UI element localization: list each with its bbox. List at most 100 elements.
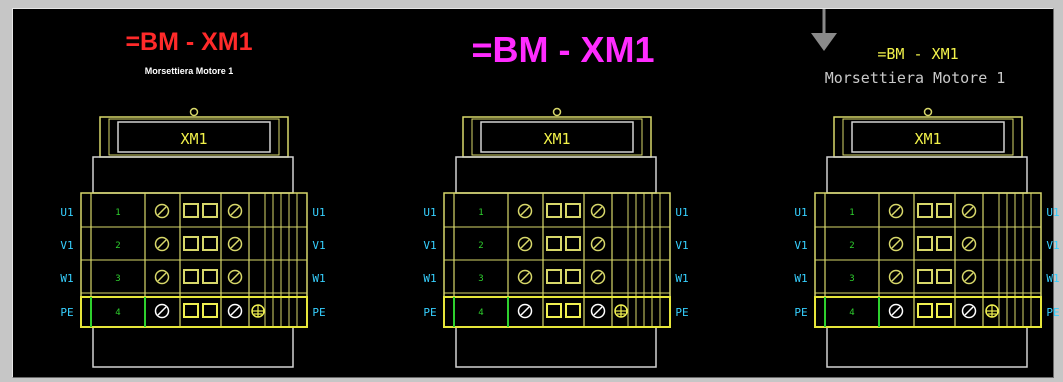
terminal-number: 2 xyxy=(115,241,120,251)
screw-slot xyxy=(520,306,530,316)
screw-slot xyxy=(230,306,240,316)
terminal-label-left: W1 xyxy=(60,272,73,285)
clamp-icon xyxy=(917,303,933,318)
screw-slot xyxy=(157,239,167,249)
terminal-label-left: PE xyxy=(60,306,73,319)
clamp-icon xyxy=(202,303,218,318)
screw-slot xyxy=(520,206,530,216)
screw-slot xyxy=(964,239,974,249)
terminal-number: 1 xyxy=(849,208,854,218)
terminal-label-right: PE xyxy=(1046,306,1059,319)
screw-slot xyxy=(593,206,603,216)
terminal-block-1[interactable]: XM1 U1 U1 1 V1 V1 2 W1 W1 3 PE PE 4 xyxy=(53,107,333,375)
clamp-icon xyxy=(936,236,952,251)
ground-symbol-icon xyxy=(985,304,999,318)
terminal-number: 2 xyxy=(849,241,854,251)
terminal-label-left: PE xyxy=(794,306,807,319)
screw-slot xyxy=(964,272,974,282)
header-hook xyxy=(189,107,199,117)
screw-slot xyxy=(230,206,240,216)
clamp-icon xyxy=(183,269,199,284)
terminal-block-2[interactable]: XM1 U1 U1 1 V1 V1 2 W1 W1 3 PE PE 4 xyxy=(416,107,696,375)
terminal-label-right: V1 xyxy=(312,239,325,252)
clamp-icon xyxy=(183,236,199,251)
terminal-label-right: V1 xyxy=(675,239,688,252)
terminal-label-left: V1 xyxy=(423,239,436,252)
clamp-icon xyxy=(917,203,933,218)
terminal-label-right: V1 xyxy=(1046,239,1059,252)
clamp-icon xyxy=(183,203,199,218)
terminal-label-right: U1 xyxy=(1046,206,1059,219)
header-hook xyxy=(552,107,562,117)
clamp-icon xyxy=(202,203,218,218)
clamp-icon xyxy=(917,269,933,284)
clamp-icon xyxy=(565,203,581,218)
screw-slot xyxy=(230,239,240,249)
terminal-number: 2 xyxy=(478,241,483,251)
screw-slot xyxy=(593,272,603,282)
lower-housing xyxy=(92,326,294,368)
screw-slot xyxy=(157,272,167,282)
terminal-label-left: V1 xyxy=(60,239,73,252)
terminal-label-left: PE xyxy=(423,306,436,319)
header-label: XM1 xyxy=(914,130,941,148)
terminal-label-left: U1 xyxy=(60,206,73,219)
clamp-icon xyxy=(546,203,562,218)
cad-drawing-canvas[interactable]: =BM - XM1 Morsettiera Motore 1 =BM - XM1… xyxy=(12,8,1060,378)
clamp-icon xyxy=(936,269,952,284)
block-title-2: =BM - XM1 xyxy=(471,29,655,70)
header-label: XM1 xyxy=(543,130,570,148)
block-subtitle-3: Morsettiera Motore 1 xyxy=(824,69,1006,87)
terminal-label-right: W1 xyxy=(312,272,325,285)
clamp-icon xyxy=(565,236,581,251)
terminal-label-right: W1 xyxy=(1046,272,1059,285)
screw-slot xyxy=(593,306,603,316)
terminal-label-left: V1 xyxy=(794,239,807,252)
ground-symbol-icon xyxy=(251,304,265,318)
terminal-label-right: PE xyxy=(675,306,688,319)
screw-slot xyxy=(891,239,901,249)
clamp-icon xyxy=(565,269,581,284)
clamp-icon xyxy=(202,236,218,251)
lower-housing xyxy=(826,326,1028,368)
upper-housing xyxy=(92,156,294,194)
terminal-label-right: W1 xyxy=(675,272,688,285)
screw-slot xyxy=(891,206,901,216)
terminal-label-left: W1 xyxy=(423,272,436,285)
terminal-label-right: PE xyxy=(312,306,325,319)
screw-slot xyxy=(520,239,530,249)
upper-housing xyxy=(826,156,1028,194)
clamp-icon xyxy=(546,236,562,251)
terminal-label-right: U1 xyxy=(675,206,688,219)
upper-housing xyxy=(455,156,657,194)
terminal-label-left: W1 xyxy=(794,272,807,285)
terminal-label-left: U1 xyxy=(794,206,807,219)
clamp-icon xyxy=(565,303,581,318)
terminal-number: 3 xyxy=(478,274,483,284)
clamp-icon xyxy=(936,303,952,318)
terminal-block-3[interactable]: XM1 U1 U1 1 V1 V1 2 W1 W1 3 PE PE 4 xyxy=(787,107,1063,375)
terminal-number: 4 xyxy=(478,308,483,318)
clamp-icon xyxy=(202,269,218,284)
screw-slot xyxy=(520,272,530,282)
clamp-icon xyxy=(546,269,562,284)
ground-symbol-icon xyxy=(614,304,628,318)
terminal-number: 4 xyxy=(115,308,120,318)
screw-slot xyxy=(964,306,974,316)
terminal-number: 3 xyxy=(115,274,120,284)
screw-slot xyxy=(964,206,974,216)
clamp-icon xyxy=(546,303,562,318)
terminal-number: 3 xyxy=(849,274,854,284)
clamp-icon xyxy=(183,303,199,318)
screw-slot xyxy=(230,272,240,282)
block-subtitle-1: Morsettiera Motore 1 xyxy=(144,66,234,76)
screw-slot xyxy=(593,239,603,249)
screw-slot xyxy=(157,306,167,316)
header-hook xyxy=(923,107,933,117)
clamp-icon xyxy=(917,236,933,251)
lower-housing xyxy=(455,326,657,368)
screw-slot xyxy=(157,206,167,216)
screw-slot xyxy=(891,306,901,316)
block-title-1: =BM - XM1 xyxy=(125,28,253,56)
terminal-number: 4 xyxy=(849,308,854,318)
